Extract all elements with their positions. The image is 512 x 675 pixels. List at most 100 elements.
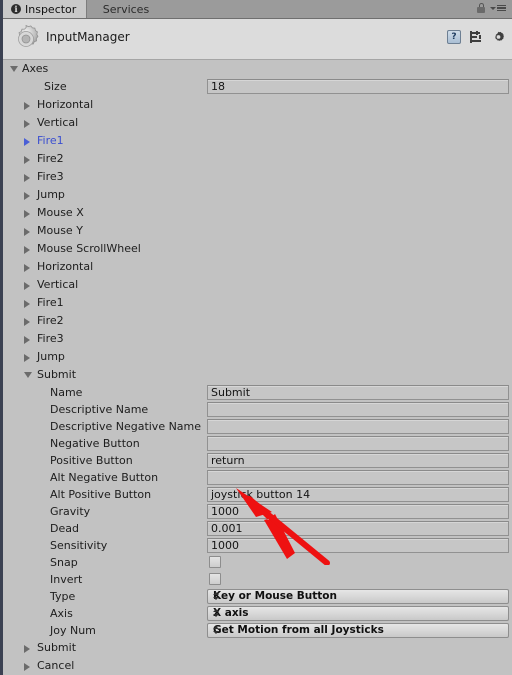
dead-input[interactable]: 0.001 [207, 521, 509, 536]
tree-row-mouse-x-6[interactable]: Mouse X [3, 204, 512, 222]
tree-row-trailing-cancel[interactable]: Cancel [3, 657, 512, 675]
tab-inspector[interactable]: i Inspector [3, 0, 87, 18]
tab-inspector-label: Inspector [25, 2, 77, 16]
descriptive-negative-name-input[interactable] [207, 419, 509, 434]
axis-dropdown[interactable]: X axis [207, 606, 509, 621]
tree-row-fire3-13[interactable]: Fire3 [3, 330, 512, 348]
chevron-right-icon[interactable] [24, 246, 30, 254]
tree-row-submit-15[interactable]: Submit [3, 366, 512, 384]
chevron-right-icon[interactable] [24, 645, 30, 653]
tree-row-jump-14[interactable]: Jump [3, 348, 512, 366]
tree-label-mouse-y: Mouse Y [37, 224, 83, 237]
chevron-down-icon[interactable] [24, 372, 32, 378]
tree-row-fire1-11[interactable]: Fire1 [3, 294, 512, 312]
tree-label-mouse-x: Mouse X [37, 206, 84, 219]
tree-row-horizontal-0[interactable]: Horizontal [3, 96, 512, 114]
chevron-right-icon[interactable] [24, 282, 30, 290]
tree-row-fire2-3[interactable]: Fire2 [3, 150, 512, 168]
chevron-right-icon[interactable] [24, 102, 30, 110]
chevron-right-icon[interactable] [24, 138, 30, 146]
tree-label-jump: Jump [37, 188, 65, 201]
tree-label-vertical: Vertical [37, 116, 79, 129]
property-row-sensitivity: Sensitivity 1000 [3, 537, 512, 555]
tree-row-fire2-12[interactable]: Fire2 [3, 312, 512, 330]
inspector-body: Axes Size 18 Horizontal Vertical Fire1 Fire2 Fi… [3, 60, 512, 675]
tab-services[interactable]: Services [87, 0, 165, 18]
property-label-positive-button: Positive Button [50, 454, 133, 467]
alt-positive-button-input[interactable]: joystick button 14 [207, 487, 509, 502]
chevron-updown-icon [213, 592, 503, 600]
chevron-right-icon[interactable] [24, 318, 30, 326]
tree-label-cancel: Cancel [37, 659, 75, 672]
chevron-updown-icon [213, 609, 503, 617]
size-input[interactable]: 18 [207, 79, 509, 94]
chevron-right-icon[interactable] [24, 336, 30, 344]
tree-row-trailing-submit[interactable]: Submit [3, 639, 512, 657]
preset-icon[interactable] [470, 31, 483, 43]
tree-row-mouse-scrollwheel-8[interactable]: Mouse ScrollWheel [3, 240, 512, 258]
invert-checkbox[interactable] [209, 573, 221, 585]
help-icon[interactable]: ? [447, 30, 461, 44]
lock-icon[interactable] [477, 3, 485, 13]
property-label-alt-negative-button: Alt Negative Button [50, 471, 159, 484]
property-label-alt-positive-button: Alt Positive Button [50, 488, 152, 501]
tree-label-mouse-scrollwheel: Mouse ScrollWheel [37, 242, 141, 255]
gear-icon[interactable] [492, 31, 505, 44]
property-label-sensitivity: Sensitivity [50, 539, 108, 552]
tab-bar-controls [477, 3, 506, 13]
chevron-right-icon[interactable] [24, 120, 30, 128]
page-title: InputManager [46, 30, 130, 44]
tree-row-horizontal-9[interactable]: Horizontal [3, 258, 512, 276]
property-row-gravity: Gravity 1000 [3, 503, 512, 521]
tree-label-horizontal: Horizontal [37, 98, 94, 111]
chevron-right-icon[interactable] [24, 192, 30, 200]
tree-row-vertical-10[interactable]: Vertical [3, 276, 512, 294]
name-value: Submit [211, 386, 251, 399]
tab-bar: i Inspector Services [3, 0, 512, 19]
positive-button-value: return [211, 454, 245, 467]
tree-row-vertical-1[interactable]: Vertical [3, 114, 512, 132]
tree-label-fire1: Fire1 [37, 296, 64, 309]
descriptive-name-input[interactable] [207, 402, 509, 417]
property-row-negative-button: Negative Button [3, 435, 512, 453]
hamburger-menu-icon[interactable] [490, 4, 506, 12]
name-input[interactable]: Submit [207, 385, 509, 400]
chevron-right-icon[interactable] [24, 354, 30, 362]
chevron-right-icon[interactable] [24, 156, 30, 164]
property-row-alt-negative-button: Alt Negative Button [3, 469, 512, 487]
tree-label-fire3: Fire3 [37, 170, 64, 183]
alt-negative-button-input[interactable] [207, 470, 509, 485]
property-label-negative-button: Negative Button [50, 437, 140, 450]
chevron-right-icon[interactable] [24, 228, 30, 236]
tree-row-fire1-2[interactable]: Fire1 [3, 132, 512, 150]
property-row-dead: Dead 0.001 [3, 520, 512, 538]
type-dropdown[interactable]: Key or Mouse Button [207, 589, 509, 604]
chevron-right-icon[interactable] [24, 174, 30, 182]
alt-positive-button-value: joystick button 14 [211, 488, 311, 501]
chevron-right-icon[interactable] [24, 264, 30, 272]
gear-icon [18, 24, 39, 47]
gravity-input[interactable]: 1000 [207, 504, 509, 519]
chevron-right-icon[interactable] [24, 300, 30, 308]
property-row-name: Name Submit [3, 384, 512, 402]
positive-button-input[interactable]: return [207, 453, 509, 468]
tree-row-fire3-4[interactable]: Fire3 [3, 168, 512, 186]
tree-label-submit: Submit [37, 368, 77, 381]
snap-checkbox[interactable] [209, 556, 221, 568]
tree-row-size[interactable]: Size 18 [3, 78, 512, 96]
chevron-down-icon[interactable] [10, 66, 18, 72]
tree-label-fire2: Fire2 [37, 314, 64, 327]
tree-row-axes[interactable]: Axes [3, 60, 512, 78]
joy-num-dropdown[interactable]: Get Motion from all Joysticks [207, 623, 509, 638]
size-label: Size [44, 80, 67, 93]
tree-label-fire2: Fire2 [37, 152, 64, 165]
inspector-window: i Inspector Services InputManager ? Axes… [0, 0, 512, 675]
negative-button-input[interactable] [207, 436, 509, 451]
tab-services-label: Services [102, 2, 150, 16]
property-row-descriptive-name: Descriptive Name [3, 401, 512, 419]
tree-row-jump-5[interactable]: Jump [3, 186, 512, 204]
sensitivity-input[interactable]: 1000 [207, 538, 509, 553]
tree-row-mouse-y-7[interactable]: Mouse Y [3, 222, 512, 240]
chevron-right-icon[interactable] [24, 210, 30, 218]
chevron-right-icon[interactable] [24, 663, 30, 671]
